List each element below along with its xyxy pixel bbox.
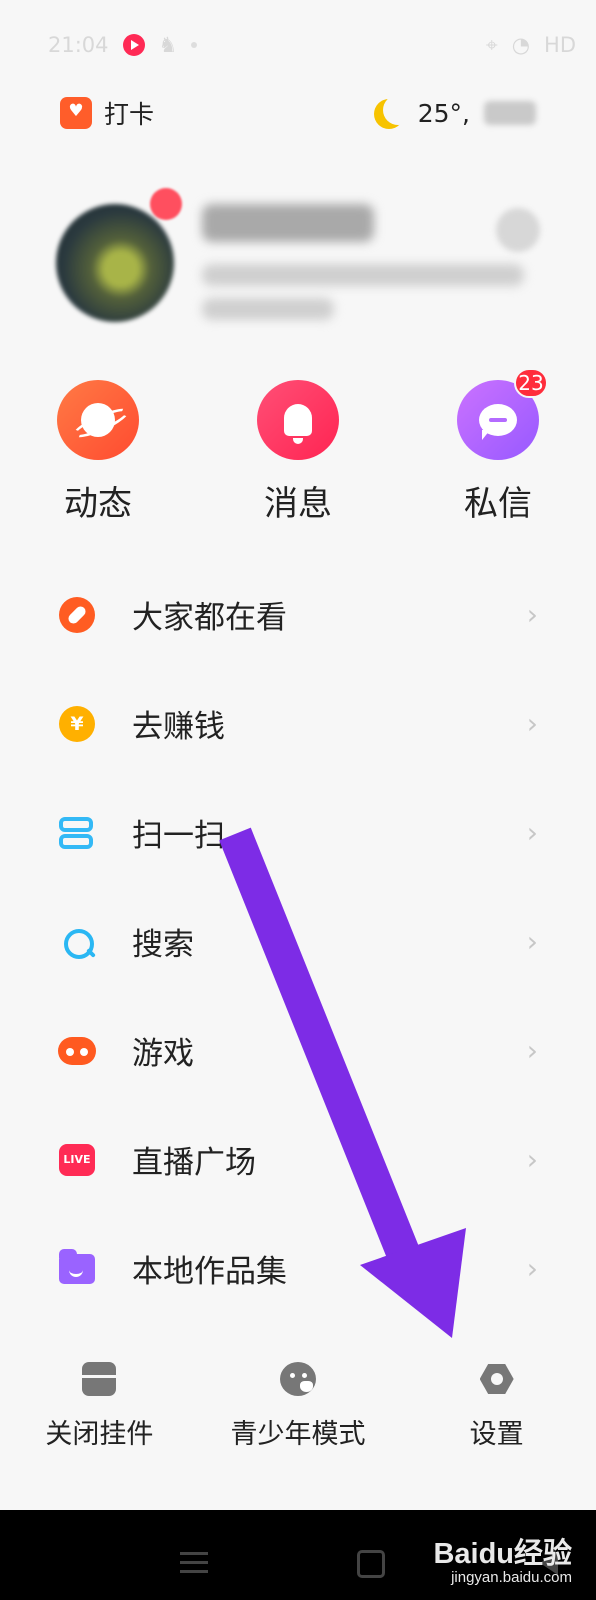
top-row: 打卡 25°,: [60, 88, 536, 138]
compass-icon: [58, 596, 96, 634]
scan-upper-frame: [59, 816, 93, 832]
status-right: ⌖ ◔ HD: [486, 33, 576, 58]
status-time: 21:04: [48, 33, 109, 57]
folder-icon: [58, 1248, 96, 1288]
scan-shape: [59, 815, 95, 851]
status-bar: 21:04 ♞ ⌖ ◔ HD: [0, 0, 596, 90]
chevron-right-icon: ›: [526, 1034, 538, 1067]
menu-item-label: 搜索: [132, 927, 194, 963]
planet-icon: [57, 380, 139, 460]
gear-shape: [479, 1364, 514, 1394]
wifi-icon: ◔: [511, 33, 531, 57]
menu-item-label: 扫一扫: [132, 818, 225, 854]
menu-item-scan[interactable]: 扫一扫 ›: [0, 778, 596, 887]
teen-mode-label: 青少年模式: [230, 1419, 366, 1450]
recent-apps-icon[interactable]: [180, 1552, 208, 1574]
settings-gear-icon: [478, 1360, 516, 1398]
watermark-main: Baidu经验: [433, 1538, 572, 1570]
teen-mode-button[interactable]: 青少年模式: [199, 1360, 398, 1480]
close-widget-label: 关闭挂件: [45, 1419, 154, 1450]
system-navigation-bar: Baidu经验 jingyan.baidu.com: [0, 1510, 596, 1600]
scan-lower-frame: [59, 833, 93, 849]
menu-item-local-works[interactable]: 本地作品集 ›: [0, 1214, 596, 1323]
bottom-tools: 关闭挂件 青少年模式 设置: [0, 1360, 596, 1480]
widget-shape: [82, 1362, 117, 1396]
private-messages-label: 私信: [464, 484, 532, 524]
menu-item-trending[interactable]: 大家都在看 ›: [0, 560, 596, 669]
menu-item-live-square[interactable]: LIVE 直播广场 ›: [0, 1105, 596, 1214]
menu-item-earn-money[interactable]: ¥ 去赚钱 ›: [0, 669, 596, 778]
home-icon[interactable]: [357, 1550, 385, 1578]
messages-button[interactable]: 消息: [228, 380, 368, 525]
chevron-right-icon: ›: [526, 925, 538, 958]
notification-icon: ♞: [158, 33, 178, 57]
search-icon: [58, 923, 96, 961]
menu-item-games[interactable]: 游戏 ›: [0, 996, 596, 1105]
scan-icon: [58, 814, 96, 852]
watermark-sub: jingyan.baidu.com: [451, 1569, 572, 1586]
chevron-right-icon: ›: [526, 1143, 538, 1176]
video-app-notification-icon: [122, 34, 145, 56]
coin-glyph: ¥: [59, 705, 95, 742]
gamepad-shape: [58, 1036, 96, 1065]
unread-count-badge: 23: [514, 368, 548, 398]
notification-dot: [191, 42, 198, 48]
checkin-button[interactable]: 打卡: [60, 95, 154, 131]
menu-line: [180, 1561, 208, 1564]
menu-line: [180, 1570, 208, 1573]
close-widget-button[interactable]: 关闭挂件: [0, 1360, 199, 1480]
folder-shape: [59, 1248, 95, 1284]
location-icon: ⌖: [485, 32, 498, 57]
weather-widget[interactable]: 25°,: [374, 98, 536, 128]
bell-icon: [257, 380, 339, 460]
dynamic-button[interactable]: 动态: [28, 380, 168, 525]
magnifier-shape: [62, 927, 94, 959]
menu-item-label: 直播广场: [132, 1145, 256, 1181]
watermark: Baidu经验 jingyan.baidu.com: [433, 1530, 572, 1586]
messages-label: 消息: [264, 484, 332, 524]
checkin-icon: [60, 97, 92, 129]
settings-button[interactable]: 设置: [397, 1360, 596, 1480]
blurred-profile-info-secondary: [202, 298, 334, 320]
menu-item-label: 大家都在看: [132, 600, 287, 636]
teen-mode-icon: [279, 1360, 317, 1398]
blurred-profile-info: [202, 264, 524, 286]
chevron-right-icon: ›: [526, 816, 538, 849]
menu-item-search[interactable]: 搜索 ›: [0, 887, 596, 996]
chat-bubble-shape: [479, 404, 517, 440]
compass-shape: [59, 596, 95, 633]
menu-item-label: 本地作品集: [132, 1254, 287, 1290]
avatar[interactable]: [56, 204, 174, 322]
status-left: 21:04 ♞: [48, 33, 198, 57]
network-type: HD: [544, 33, 576, 57]
profile-action-icon[interactable]: [496, 208, 540, 252]
blurred-weather-text: [484, 101, 536, 125]
chevron-right-icon: ›: [526, 598, 538, 631]
teen-face-shape: [280, 1362, 316, 1396]
bell-shape: [284, 404, 312, 444]
dynamic-label: 动态: [64, 484, 132, 524]
chevron-right-icon: ›: [526, 1252, 538, 1285]
gamepad-icon: [58, 1032, 96, 1070]
main-menu: 大家都在看 › ¥ 去赚钱 › 扫一扫 › 搜索 › 游戏 › LIVE 直播广…: [0, 560, 596, 1323]
menu-line: [180, 1552, 208, 1555]
yuan-coin-icon: ¥: [58, 705, 96, 743]
avatar-notification-dot: [150, 188, 182, 220]
profile-card[interactable]: [56, 186, 540, 346]
blurred-username: [202, 204, 374, 242]
live-badge: LIVE: [59, 1143, 95, 1176]
planet-shape: [81, 403, 115, 437]
quick-actions: 动态 消息 23 私信: [28, 368, 568, 525]
checkin-label: 打卡: [104, 100, 155, 129]
settings-label: 设置: [469, 1419, 524, 1450]
menu-item-label: 去赚钱: [132, 709, 225, 745]
live-icon: LIVE: [58, 1141, 96, 1179]
moon-icon: [383, 95, 413, 125]
widget-icon: [80, 1360, 118, 1398]
weather-temperature: 25°,: [417, 98, 470, 128]
chevron-right-icon: ›: [526, 707, 538, 740]
menu-item-label: 游戏: [132, 1036, 194, 1072]
private-messages-button[interactable]: 23 私信: [428, 368, 568, 525]
